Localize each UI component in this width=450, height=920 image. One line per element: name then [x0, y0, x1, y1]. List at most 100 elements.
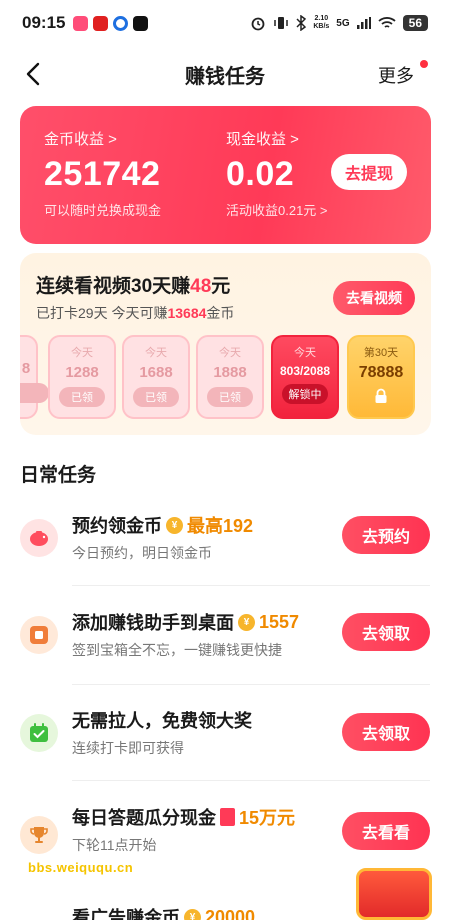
task-title: 预约领金币 ¥ 最高192: [72, 512, 253, 538]
watermark: bbs.weiququ.cn: [28, 860, 134, 875]
trophy-icon: [20, 816, 58, 854]
day-value: 1888: [213, 364, 247, 381]
video-streak-amount: 48: [190, 276, 212, 297]
task-title-text: 无需拉人，免费领大奖: [72, 711, 252, 731]
cash-earnings-label: 现金收益 >: [226, 131, 299, 148]
video-streak-sub-text: 已打卡29天 今天可赚: [36, 305, 168, 321]
task-title: 每日答题瓜分现金 15万元: [72, 804, 295, 830]
signal-5g: 5G: [336, 17, 350, 29]
day-label: 今天: [145, 347, 167, 359]
video-streak-title-text: 连续看视频30天赚: [36, 276, 191, 297]
page-title: 赚钱任务: [185, 65, 265, 88]
cash-earnings-value: 0.02: [226, 155, 295, 193]
video-streak-subtitle: 已打卡29天 今天可赚13684金币: [36, 303, 234, 323]
video-streak-card: 连续看视频30天赚48元 已打卡29天 今天可赚13684金币 去看视频 8 今…: [20, 253, 431, 435]
coin-earnings-value: 251742: [44, 155, 161, 193]
red-envelope-icon: [220, 808, 235, 826]
day-label: 今天: [219, 347, 241, 359]
daily-tasks-heading: 日常任务: [20, 465, 97, 486]
widget-icon: [20, 616, 58, 654]
battery-indicator: 56: [402, 15, 428, 31]
task-description: 下轮11点开始: [72, 837, 157, 853]
calendar-check-icon: [20, 714, 58, 752]
network-speed: 2.10 KB/s: [313, 15, 330, 30]
status-bar: 09:15 2.10 KB/s 5G 56: [0, 0, 450, 46]
day-badge: [20, 383, 49, 403]
day-progress: 803/2088: [279, 364, 331, 378]
task-row: 预约领金币 ¥ 最高192 今日预约，明日领金币 去预约: [0, 500, 450, 598]
task-title: 添加赚钱助手到桌面 ¥ 1557: [72, 609, 299, 635]
notification-icons: [73, 15, 149, 31]
task-title-text: 每日答题瓜分现金: [72, 808, 216, 828]
watch-video-button[interactable]: 去看视频: [333, 281, 415, 315]
video-streak-unit: 元: [211, 276, 231, 297]
reserve-button[interactable]: 去预约: [342, 516, 430, 554]
task-description: 签到宝箱全不忘，一键赚钱更快捷: [72, 642, 282, 658]
day-value: 1288: [65, 364, 99, 381]
video-streak-title: 连续看视频30天赚48元: [36, 271, 230, 298]
coin-earnings-label: 金币收益 >: [44, 131, 117, 148]
task-title: 看广告赚金币 ¥ 20000: [72, 904, 255, 920]
status-right: 2.10 KB/s 5G 56: [250, 15, 428, 31]
cash-earnings[interactable]: 现金收益 > 0.02 活动收益0.21元 >: [226, 128, 328, 219]
task-reward: 15万元: [239, 808, 296, 828]
day-badge: 已领: [59, 387, 105, 407]
bluetooth-icon: [296, 15, 307, 31]
more-button[interactable]: 更多: [378, 62, 414, 88]
app-notification-icon: [93, 15, 109, 31]
task-title-text: 预约领金币: [72, 516, 162, 536]
vibrate-icon: [274, 17, 289, 29]
tiktok-icon: [133, 15, 149, 31]
video-streak-coins: 13684: [167, 305, 207, 321]
app-notification-icon: [113, 15, 129, 31]
day-value: 8: [21, 360, 31, 377]
day-badge: 已领: [207, 387, 253, 407]
wifi-icon: [378, 17, 396, 28]
task-title-text: 添加赚钱助手到桌面: [72, 613, 234, 633]
coin-earnings-note: 可以随时兑换成现金: [44, 203, 162, 218]
app-notification-icon: [73, 15, 89, 31]
day-badge: 解锁中: [282, 384, 328, 404]
task-reward: 最高192: [187, 516, 254, 536]
nav-bar: 赚钱任务 更多: [0, 48, 450, 100]
day-card-partial: 8: [20, 335, 49, 419]
claim-button[interactable]: 去领取: [342, 713, 430, 751]
coin-earnings[interactable]: 金币收益 > 251742 可以随时兑换成现金: [44, 128, 161, 219]
task-reward: 20000: [205, 906, 256, 920]
task-description: 连续打卡即可获得: [72, 740, 184, 756]
task-description: 今日预约，明日领金币: [72, 545, 212, 561]
status-time: 09:15: [22, 13, 66, 32]
treasure-chest-icon[interactable]: [356, 868, 432, 920]
view-button[interactable]: 去看看: [342, 812, 430, 850]
divider: [72, 585, 430, 586]
divider: [72, 780, 430, 781]
task-title: 无需拉人，免费领大奖: [72, 707, 252, 733]
day-badge: 已领: [133, 387, 179, 407]
coin-icon: ¥: [166, 516, 183, 534]
cash-earnings-note[interactable]: 活动收益0.21元 >: [226, 200, 328, 219]
task-reward: 1557: [259, 611, 300, 632]
day-card-current[interactable]: 今天 803/2088 解锁中: [271, 335, 339, 419]
alarm-icon: [251, 17, 265, 31]
task-row: 添加赚钱助手到桌面 ¥ 1557 签到宝箱全不忘，一键赚钱更快捷 去领取: [0, 597, 450, 695]
lock-icon: [375, 388, 387, 403]
task-title-text: 看广告赚金币: [72, 908, 180, 920]
coin-icon: ¥: [238, 613, 255, 631]
day-card-final: 第30天 78888: [347, 335, 415, 419]
claim-button[interactable]: 去领取: [342, 613, 430, 651]
signal-bars-icon: [356, 17, 371, 29]
back-arrow-icon[interactable]: [20, 60, 48, 88]
day-label: 今天: [71, 347, 93, 359]
piggy-bank-icon: [20, 519, 58, 557]
video-streak-sub-unit: 金币: [206, 305, 235, 321]
day-card: 今天 1288 已领: [48, 335, 116, 419]
divider: [72, 684, 430, 685]
day-label: 今天: [294, 347, 316, 359]
withdraw-button[interactable]: 去提现: [331, 154, 407, 190]
coin-icon: ¥: [184, 908, 201, 920]
day-value: 78888: [358, 364, 404, 381]
task-row: 无需拉人，免费领大奖 连续打卡即可获得 去领取: [0, 695, 450, 793]
day-value: 1688: [139, 364, 173, 381]
day-label: 第30天: [363, 347, 399, 359]
day-card: 今天 1888 已领: [196, 335, 264, 419]
